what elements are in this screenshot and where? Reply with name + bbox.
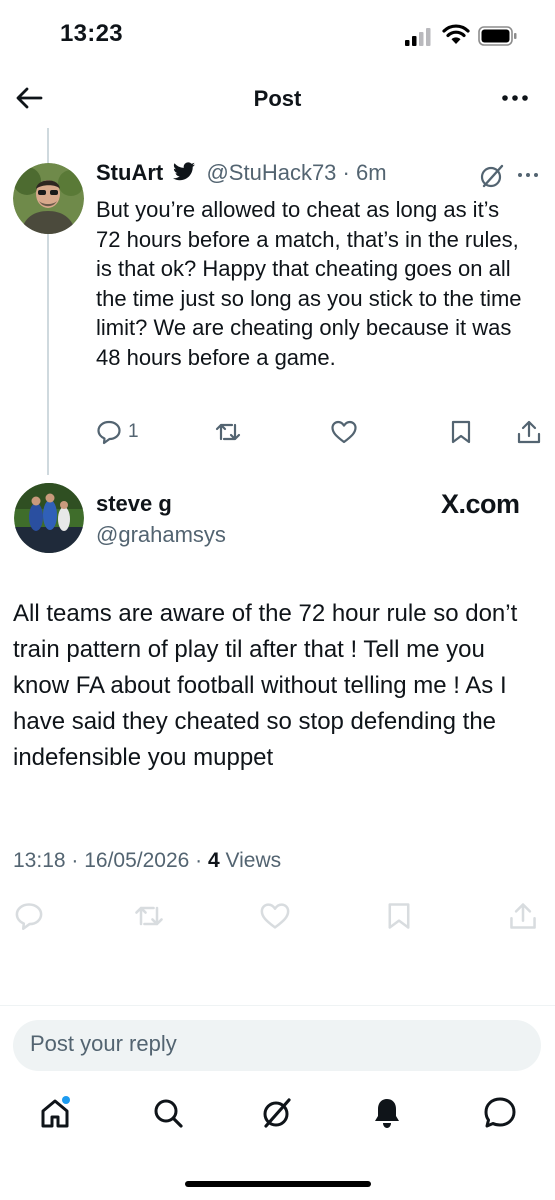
battery-icon [478,26,517,46]
main-tweet-actions [0,897,555,937]
divider [0,1005,555,1006]
page-title: Post [253,86,302,111]
status-time: 13:23 [60,20,123,47]
author-name[interactable]: StuArt [96,160,163,185]
avatar[interactable] [13,163,84,234]
like-button[interactable] [330,418,358,446]
tweet-timestamp: 13:18 · 16/05/2026 · [13,849,208,872]
share-icon [517,420,541,444]
views-label[interactable]: Views [220,849,282,872]
messages-icon[interactable] [482,1095,518,1131]
parent-tweet-header: StuArt @StuHack73 · 6m [96,160,516,190]
share-icon[interactable] [508,901,538,931]
author-handle-time: @StuHack73 · 6m [206,160,387,185]
repost-button[interactable] [214,418,242,446]
repost-icon [215,423,241,441]
home-indicator [185,1181,371,1187]
cellular-signal-icon [405,28,431,46]
author-handle[interactable]: @grahamsys [96,522,226,548]
grok-icon[interactable] [478,162,506,190]
reply-icon [97,420,121,445]
bookmark-icon[interactable] [385,901,413,931]
repost-icon[interactable] [133,901,165,931]
tweet-more-icon[interactable] [516,168,540,182]
search-icon[interactable] [150,1095,186,1131]
reply-count: 1 [128,421,139,442]
bookmark-icon [451,420,471,444]
bookmark-button[interactable] [449,418,473,446]
reply-button[interactable]: 1 [96,418,139,446]
reply-icon[interactable] [14,901,44,931]
heart-icon [331,420,357,444]
avatar[interactable] [14,483,84,553]
main-tweet-text: All teams are aware of the 72 hour rule … [13,600,518,771]
twitter-bird-icon [173,162,196,181]
wifi-icon [442,24,470,44]
source-label: X.com [441,489,520,519]
author-name[interactable]: steve g [96,491,172,517]
notifications-bell-icon[interactable] [369,1095,405,1131]
more-options-icon[interactable] [500,88,530,108]
tweet-meta: 13:18 · 16/05/2026 · 4 Views [13,849,281,873]
parent-tweet-actions: 1 [96,418,546,448]
home-icon[interactable] [37,1095,73,1131]
heart-icon[interactable] [259,901,291,931]
share-button[interactable] [516,418,542,446]
grok-icon[interactable] [259,1095,295,1131]
parent-tweet-text: But you’re allowed to cheat as long as i… [96,197,522,370]
reply-placeholder[interactable]: Post your reply [30,1031,177,1057]
views-count[interactable]: 4 [208,849,220,872]
